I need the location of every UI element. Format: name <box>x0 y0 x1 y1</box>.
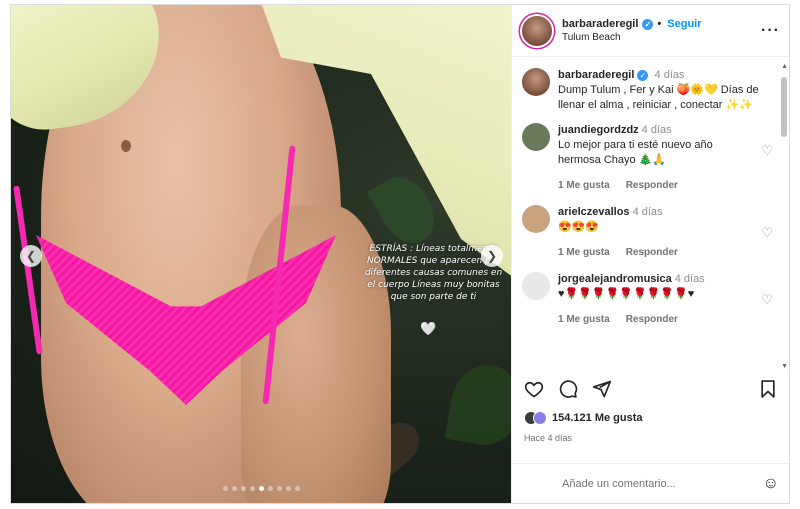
post-side-panel: barbaraderegil ✓ • Seguir Tulum Beach ··… <box>511 5 789 503</box>
scroll-up-arrow-icon[interactable]: ▲ <box>781 63 788 70</box>
comment-like-heart-icon[interactable]: ♡ <box>761 292 773 308</box>
avatar[interactable] <box>522 272 550 300</box>
verified-badge-icon: ✓ <box>637 70 649 81</box>
next-slide-button[interactable]: ❯ <box>481 245 503 267</box>
reply-button[interactable]: Responder <box>626 245 678 260</box>
comment-text: ♥🌹🌹🌹🌹🌹🌹🌹🌹🌹♥ <box>558 288 695 300</box>
comment-likes[interactable]: 1 Me gusta <box>558 245 610 260</box>
navel <box>121 140 131 152</box>
comment-time: 4 días <box>641 124 672 136</box>
caption-text: Dump Tulum , Fer y Kai 🍑🌞💛 Días de llena… <box>558 84 759 111</box>
previous-slide-button[interactable]: ❮ <box>20 245 42 267</box>
caption: barbaraderegil ✓ 4 días Dump Tulum , Fer… <box>522 68 781 113</box>
avatar <box>533 411 547 425</box>
comment: jorgealejandromusica 4 días ♥🌹🌹🌹🌹🌹🌹🌹🌹🌹♥ 1 M… <box>522 272 781 327</box>
bookmark-icon[interactable] <box>758 379 778 399</box>
comment-username[interactable]: arielczevallos <box>558 206 630 218</box>
carousel-dot <box>222 486 228 491</box>
comment-username[interactable]: jorgealejandromusica <box>558 273 672 285</box>
avatar[interactable] <box>522 15 552 46</box>
post-actions <box>524 379 778 399</box>
emoji-smiley-icon[interactable]: ☺ <box>763 475 779 493</box>
share-send-icon[interactable] <box>592 379 612 399</box>
carousel-dot <box>240 486 246 491</box>
location-link[interactable]: Tulum Beach <box>562 32 761 43</box>
verified-badge-icon: ✓ <box>642 18 654 30</box>
comment: juandiegordzdz 4 días Lo mejor para ti est… <box>522 123 781 193</box>
carousel-dot <box>258 486 264 491</box>
comment-like-heart-icon[interactable]: ♡ <box>761 225 773 241</box>
post-timestamp[interactable]: Hace 4 días <box>524 433 572 443</box>
carousel-dot <box>285 486 291 491</box>
comment-username[interactable]: juandiegordzdz <box>558 124 639 136</box>
chevron-right-icon: ❯ <box>486 249 498 263</box>
comments-list[interactable]: barbaraderegil ✓ 4 días Dump Tulum , Fer… <box>512 58 789 374</box>
caption-username[interactable]: barbaraderegil <box>558 69 634 81</box>
carousel-indicator <box>11 486 511 491</box>
separator-dot: • <box>657 18 662 30</box>
like-heart-icon[interactable] <box>524 379 544 399</box>
carousel-dot <box>231 486 237 491</box>
carousel-dot <box>294 486 300 491</box>
likes-summary[interactable]: 154.121 Me gusta <box>524 411 643 425</box>
foliage <box>444 359 511 451</box>
white-heart-icon: 🤍 <box>420 321 437 336</box>
scroll-down-arrow-icon[interactable]: ▼ <box>781 363 788 370</box>
caption-time: 4 días <box>654 69 685 81</box>
carousel-dot <box>249 486 255 491</box>
avatar[interactable] <box>522 68 550 96</box>
follow-button[interactable]: Seguir <box>667 18 701 30</box>
comment-likes[interactable]: 1 Me gusta <box>558 312 610 327</box>
reply-button[interactable]: Responder <box>626 312 678 327</box>
comment-time: 4 días <box>674 273 705 285</box>
add-comment-bar: ☺ <box>512 463 789 503</box>
comment-input[interactable] <box>562 477 763 490</box>
post-header: barbaraderegil ✓ • Seguir Tulum Beach ··… <box>512 5 789 57</box>
avatar[interactable] <box>522 205 550 233</box>
post-image[interactable]: ESTRÍAS : Líneas totalmente NORMALES que… <box>11 5 511 503</box>
chevron-left-icon: ❮ <box>25 249 37 263</box>
comment-text: Lo mejor para ti esté nuevo año hermosa … <box>558 139 713 166</box>
reply-button[interactable]: Responder <box>626 178 678 193</box>
likes-count[interactable]: 154.121 Me gusta <box>552 412 643 424</box>
carousel-dot <box>267 486 273 491</box>
comment-like-heart-icon[interactable]: ♡ <box>761 143 773 159</box>
comment: arielczevallos 4 días 😍😍😍 1 Me gusta Respond… <box>522 205 781 260</box>
bikini-string <box>13 185 43 355</box>
post-dialog: ESTRÍAS : Líneas totalmente NORMALES que… <box>10 4 790 504</box>
comment-time: 4 días <box>632 206 663 218</box>
carousel-dot <box>276 486 282 491</box>
scrollbar-thumb[interactable] <box>781 77 787 137</box>
comment-likes[interactable]: 1 Me gusta <box>558 178 610 193</box>
avatar[interactable] <box>522 123 550 151</box>
more-horizontal-icon[interactable]: ··· <box>761 22 780 40</box>
comment-text: 😍😍😍 <box>558 221 600 233</box>
comment-icon[interactable] <box>558 379 578 399</box>
author-username[interactable]: barbaraderegil <box>562 18 638 30</box>
